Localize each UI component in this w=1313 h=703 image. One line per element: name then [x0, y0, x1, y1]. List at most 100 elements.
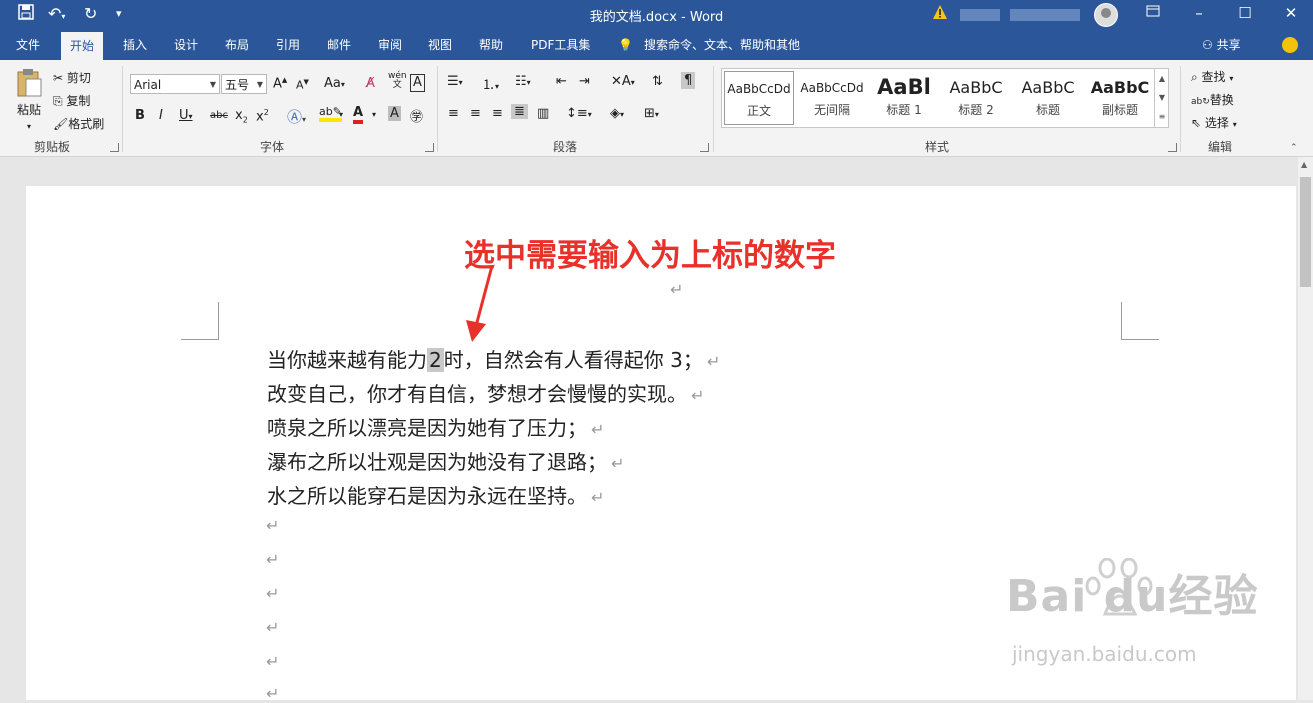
search-icon: ⌕	[1191, 70, 1202, 84]
character-shading-icon[interactable]: A	[388, 106, 401, 121]
phonetic-guide-icon[interactable]: wén 文	[388, 72, 407, 90]
tab-file[interactable]: 文件	[16, 30, 40, 60]
distributed-icon[interactable]: ▥	[537, 106, 549, 121]
underline-icon[interactable]: U▾	[179, 108, 193, 123]
tab-insert[interactable]: 插入	[123, 30, 147, 60]
scroll-up-icon[interactable]: ▲	[1301, 160, 1307, 169]
warning-icon[interactable]	[932, 4, 948, 20]
tab-mailings[interactable]: 邮件	[327, 30, 351, 60]
feedback-smile-icon[interactable]	[1282, 37, 1298, 53]
align-left-icon[interactable]: ≡	[448, 106, 459, 121]
empty-paragraph[interactable]: ↵	[266, 550, 279, 569]
paintbrush-icon: 🖌	[53, 117, 69, 131]
style-title[interactable]: AaBbC 标题	[1012, 71, 1084, 127]
paragraph-5[interactable]: 水之所以能穿石是因为永远在坚持。 ↵	[267, 480, 604, 509]
style-normal[interactable]: AaBbCcDd 正文	[724, 71, 794, 125]
shading-icon[interactable]: ◈▾	[610, 106, 624, 121]
font-name-select[interactable]: Arial ▼	[130, 74, 220, 94]
style-sample: AaBl	[877, 75, 931, 99]
tell-me-search[interactable]: 搜索命令、文本、帮助和其他	[644, 30, 800, 60]
tab-references[interactable]: 引用	[276, 30, 300, 60]
style-subtitle[interactable]: AaBbC 副标题	[1084, 71, 1156, 127]
italic-icon[interactable]: I	[159, 108, 163, 123]
styles-launcher-icon[interactable]	[1168, 143, 1177, 152]
replace-button[interactable]: ab↻替换	[1191, 91, 1234, 108]
style-heading-2[interactable]: AaBbC 标题 2	[940, 71, 1012, 127]
close-icon[interactable]: ✕	[1276, 4, 1306, 22]
empty-paragraph[interactable]: ↵	[266, 618, 279, 637]
paste-button[interactable]: 粘贴 ▾	[13, 68, 45, 132]
paragraph-1[interactable]: 当你越来越有能力 2 时，自然会有人看得起你 3； ↵	[267, 344, 720, 373]
show-marks-icon[interactable]: ¶	[681, 72, 696, 89]
format-painter-label: 格式刷	[68, 117, 105, 131]
sort-icon[interactable]: ⇅	[652, 74, 663, 89]
tab-pdf-tools[interactable]: PDF工具集	[531, 30, 590, 60]
avatar[interactable]	[1094, 3, 1118, 27]
font-size-select[interactable]: 五号 ▼	[221, 74, 267, 94]
tab-layout[interactable]: 布局	[225, 30, 249, 60]
copy-button[interactable]: ⎘ 复制	[53, 92, 90, 109]
bold-icon[interactable]: B	[135, 108, 145, 123]
collapse-ribbon-icon[interactable]: ⌃	[1290, 143, 1298, 153]
justify-icon[interactable]: ≣	[511, 104, 528, 119]
share-button[interactable]: ⚇ 共享	[1202, 30, 1241, 60]
tab-home[interactable]: 开始	[61, 32, 104, 60]
grow-font-icon[interactable]: A▲	[273, 76, 287, 91]
ribbon-display-icon[interactable]	[1138, 4, 1168, 22]
strikethrough-icon[interactable]: abc	[210, 110, 228, 121]
style-sample: AaBbCcDd	[800, 81, 864, 95]
text-effects-icon[interactable]: Ⓐ▾	[287, 106, 306, 127]
bullets-icon[interactable]: ☰▾	[447, 74, 463, 89]
tab-view[interactable]: 视图	[428, 30, 452, 60]
select-button[interactable]: ⇖ 选择 ▾	[1191, 114, 1237, 131]
empty-paragraph[interactable]: ↵	[266, 584, 279, 603]
chevron-down-icon[interactable]: ▾	[339, 110, 343, 119]
paragraph-text: 瀑布之所以壮观是因为她没有了退路；	[267, 450, 607, 474]
paragraph-3[interactable]: 喷泉之所以漂亮是因为她有了压力； ↵	[267, 412, 604, 441]
font-launcher-icon[interactable]	[425, 143, 434, 152]
paragraph-launcher-icon[interactable]	[700, 143, 709, 152]
empty-paragraph[interactable]: ↵	[266, 652, 279, 671]
maximize-icon[interactable]: ☐	[1230, 4, 1260, 22]
minimize-icon[interactable]: –	[1184, 4, 1214, 22]
numbering-icon[interactable]: ⒈▾	[482, 74, 499, 93]
chevron-down-icon[interactable]: ▾	[372, 110, 376, 119]
gallery-scroll[interactable]: ▲ ▼ ≡	[1154, 69, 1169, 127]
replace-label: 替换	[1209, 93, 1234, 107]
change-case-icon[interactable]: Aa▾	[324, 76, 345, 91]
cut-button[interactable]: ✂ 剪切	[53, 69, 91, 86]
superscript-icon[interactable]: x2	[256, 108, 269, 124]
vertical-scrollbar[interactable]: ▲	[1298, 157, 1313, 700]
align-center-icon[interactable]: ≡	[470, 106, 481, 121]
enclose-characters-icon[interactable]: ㊫	[410, 106, 423, 125]
paragraph-2[interactable]: 改变自己，你才有自信，梦想才会慢慢的实现。 ↵	[267, 378, 704, 407]
align-right-icon[interactable]: ≡	[492, 106, 503, 121]
find-button[interactable]: ⌕ 查找 ▾	[1191, 68, 1233, 85]
clear-formatting-icon[interactable]: A̸	[366, 76, 375, 91]
line-spacing-icon[interactable]: ↕≡▾	[566, 106, 592, 121]
subscript-icon[interactable]: x2	[235, 108, 248, 125]
multilevel-list-icon[interactable]: ☷▾	[515, 74, 531, 89]
empty-paragraph[interactable]: ↵	[266, 684, 279, 703]
clipboard-launcher-icon[interactable]	[110, 143, 119, 152]
clipboard-icon	[15, 69, 43, 101]
tab-design[interactable]: 设计	[174, 30, 198, 60]
paragraph-4[interactable]: 瀑布之所以壮观是因为她没有了退路； ↵	[267, 446, 624, 475]
style-heading-1[interactable]: AaBl 标题 1	[868, 71, 940, 127]
chinese-layout-icon[interactable]: ✕A▾	[611, 74, 635, 89]
empty-paragraph[interactable]: ↵	[266, 516, 279, 535]
crop-mark	[1121, 339, 1159, 340]
character-border-icon[interactable]: A	[410, 74, 425, 92]
format-painter-button[interactable]: 🖌格式刷	[53, 115, 104, 132]
style-no-spacing[interactable]: AaBbCcDd 无间隔	[796, 71, 868, 127]
tab-review[interactable]: 审阅	[378, 30, 402, 60]
shrink-font-icon[interactable]: A▼	[296, 78, 309, 92]
decrease-indent-icon[interactable]: ⇤	[556, 74, 567, 89]
increase-indent-icon[interactable]: ⇥	[579, 74, 590, 89]
font-color-icon[interactable]: A	[353, 105, 364, 124]
paragraph-text: 改变自己，你才有自信，梦想才会慢慢的实现。	[267, 382, 687, 406]
tab-help[interactable]: 帮助	[479, 30, 503, 60]
scrollbar-thumb[interactable]	[1300, 177, 1311, 287]
selected-digit[interactable]: 2	[427, 348, 444, 372]
borders-icon[interactable]: ⊞▾	[644, 106, 659, 121]
